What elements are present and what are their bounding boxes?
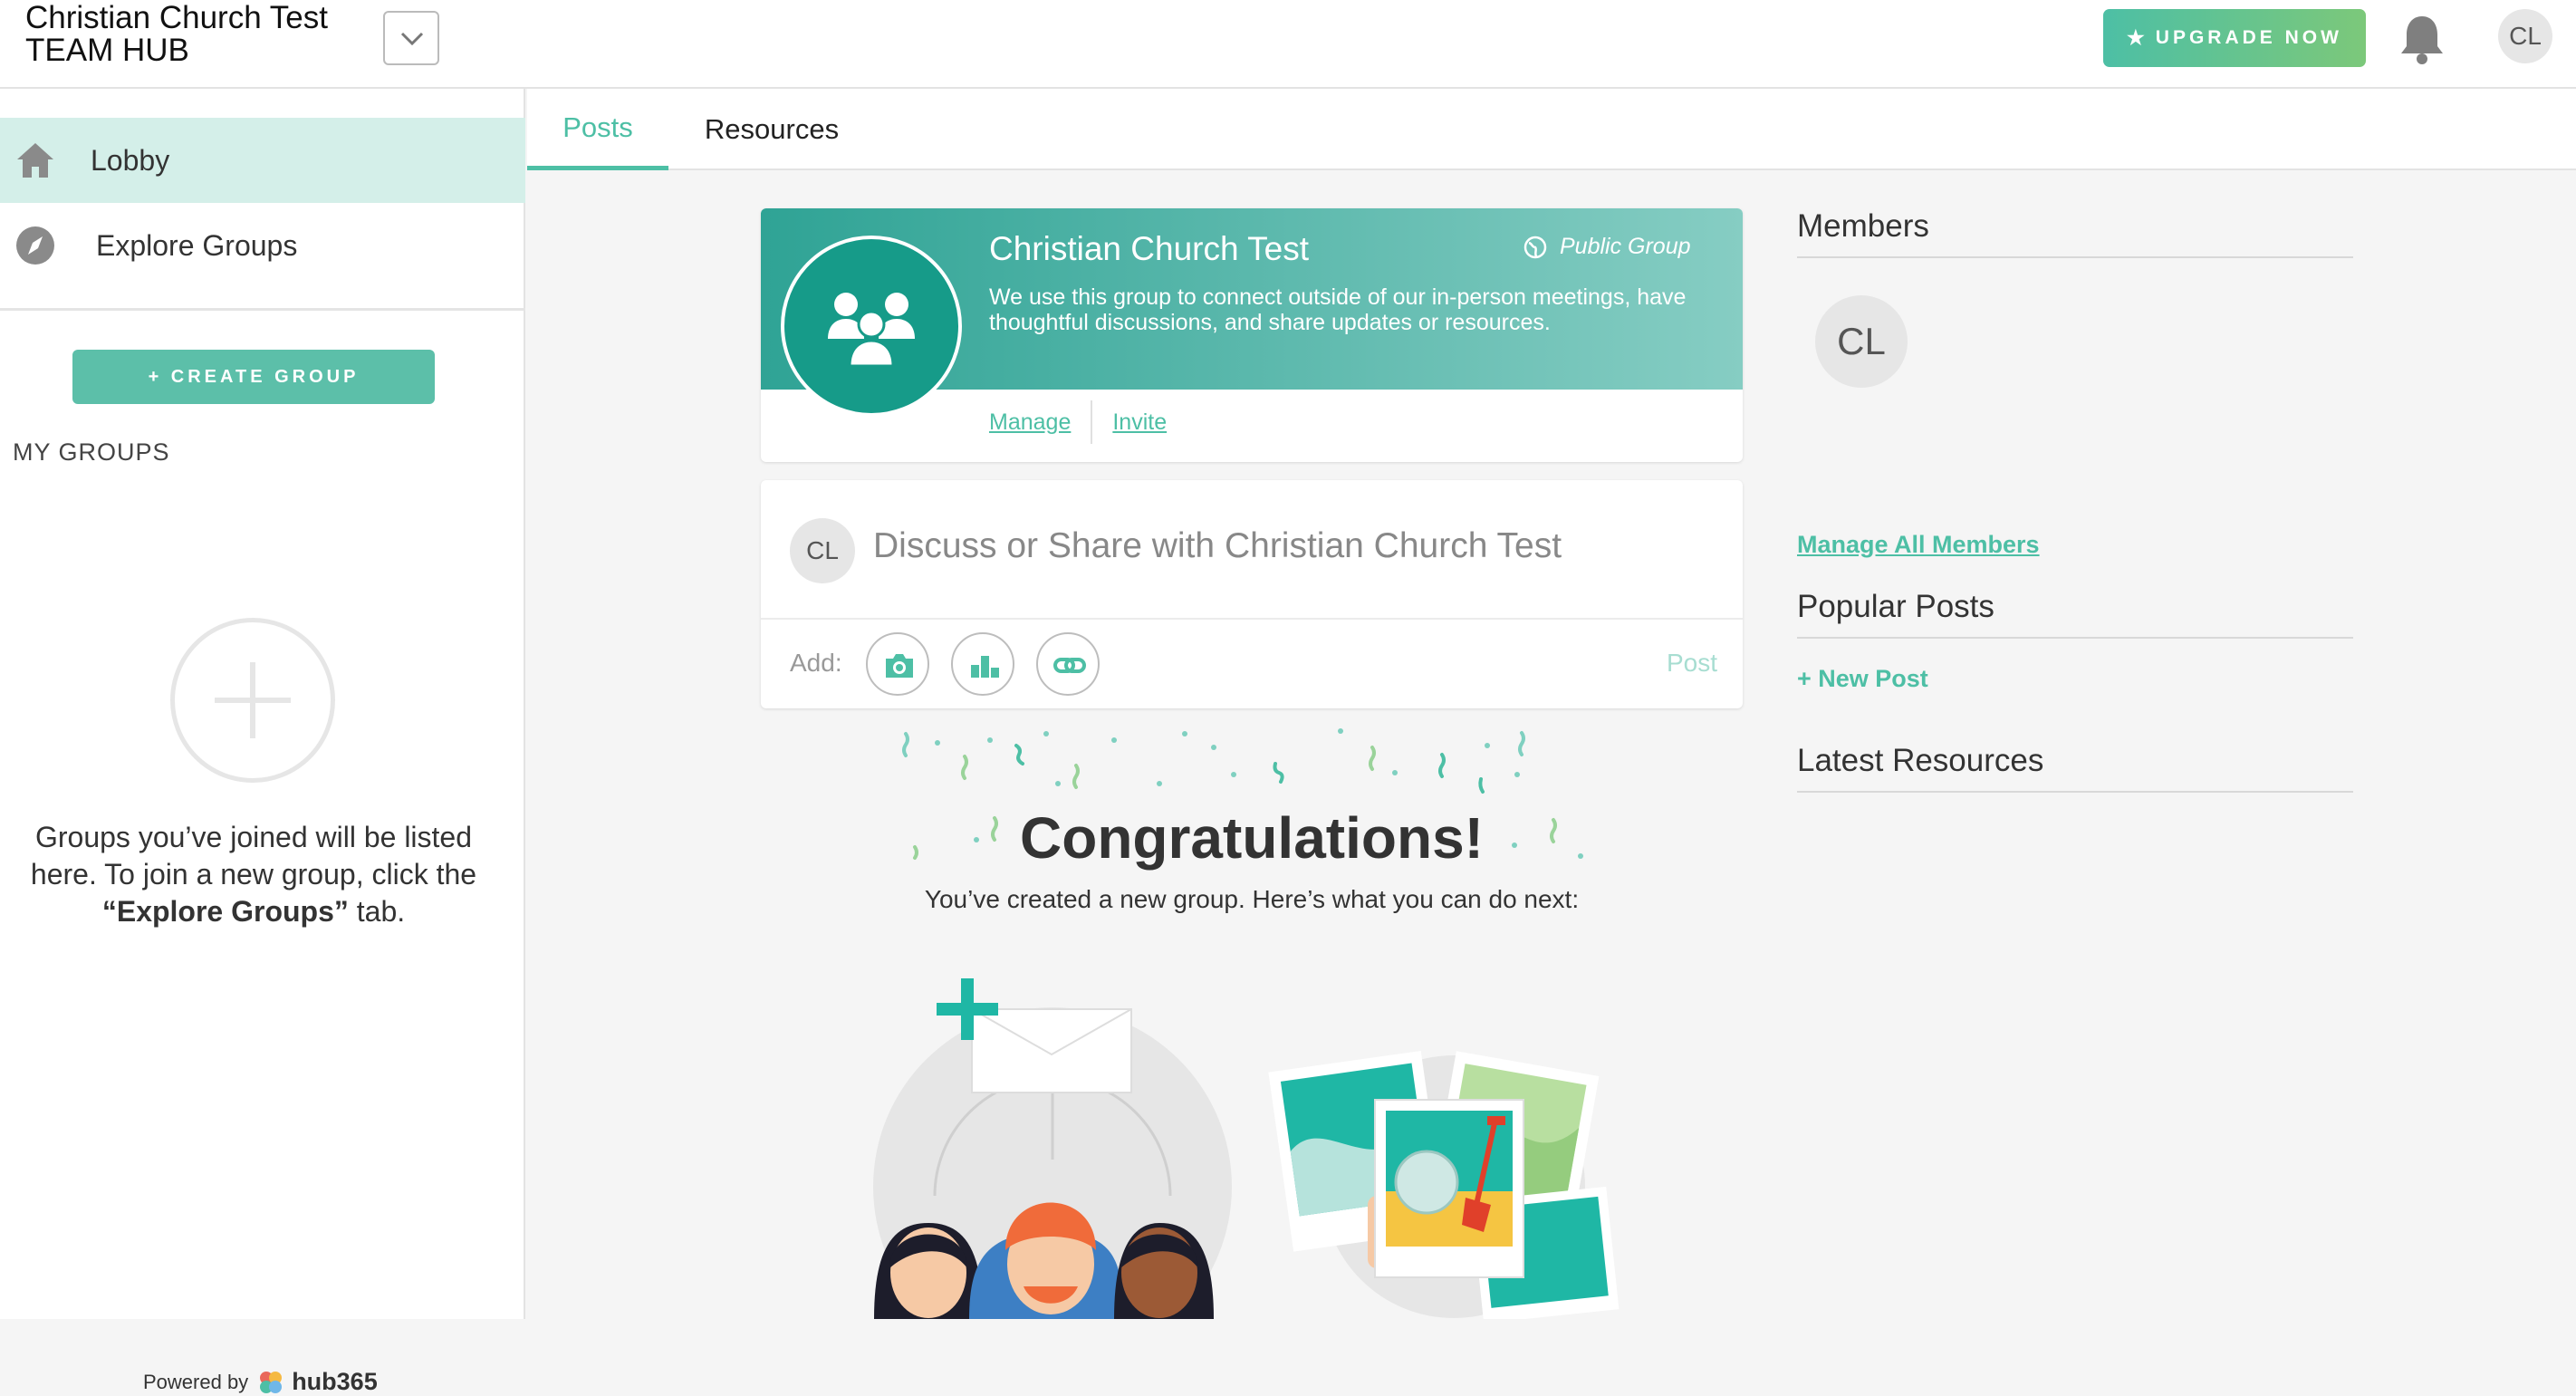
user-avatar[interactable]: CL	[2498, 9, 2552, 63]
invite-people-illustration	[873, 978, 1232, 1319]
next-steps-illustrations	[873, 978, 1620, 1319]
manage-group-link[interactable]: Manage	[989, 409, 1071, 436]
globe-icon	[1523, 236, 1547, 258]
empty-message-emphasis: “Explore Groups”	[101, 895, 349, 928]
compass-icon	[16, 226, 54, 265]
empty-groups-message: Groups you’ve joined will be listed here…	[18, 819, 489, 930]
latest-resources-heading: Latest Resources	[1797, 743, 2044, 778]
divider	[1091, 400, 1093, 444]
popular-posts-divider	[1797, 637, 2353, 639]
hub365-brand: hub365	[292, 1368, 378, 1395]
composer-divider	[761, 618, 1743, 620]
empty-message-text: Groups you’ve joined will be listed here…	[30, 821, 477, 891]
congratulations-subtitle: You’ve created a new group. Here’s what …	[924, 885, 1580, 913]
sidebar-item-explore-groups[interactable]: Explore Groups	[0, 203, 525, 288]
hub-title: Christian Church Test TEAM HUB	[25, 2, 328, 67]
group-description: We use this group to connect outside of …	[989, 284, 1687, 335]
sidebar-item-label: Explore Groups	[96, 228, 298, 262]
post-composer: CL Add: Post	[761, 480, 1743, 708]
new-post-link[interactable]: + New Post	[1797, 665, 1928, 693]
group-name: Christian Church Test	[989, 230, 1310, 267]
member-avatar[interactable]: CL	[1815, 295, 1908, 388]
post-input[interactable]	[871, 525, 1687, 567]
group-actions: Manage Invite	[989, 400, 1167, 444]
manage-all-members-link[interactable]: Manage All Members	[1797, 531, 2040, 559]
content-tabs: Posts Resources	[527, 89, 2576, 170]
sidebar: Lobby Explore Groups + CREATE GROUP MY G…	[0, 89, 525, 1395]
camera-icon	[886, 654, 913, 678]
group-header-card: Christian Church Test Public Group We us…	[761, 208, 1743, 462]
add-label: Add:	[790, 649, 842, 677]
members-heading: Members	[1797, 208, 1929, 244]
home-icon	[17, 143, 53, 178]
hub-switcher-dropdown[interactable]	[383, 11, 439, 65]
chevron-down-icon	[400, 32, 424, 46]
add-photo-button[interactable]	[866, 632, 929, 696]
sidebar-divider	[0, 308, 525, 311]
add-link-button[interactable]	[1036, 632, 1100, 696]
tab-resources[interactable]: Resources	[681, 89, 862, 170]
add-group-placeholder-icon	[170, 618, 335, 783]
congratulations-title: Congratulations!	[1020, 805, 1484, 871]
tab-posts[interactable]: Posts	[527, 89, 668, 170]
invite-link[interactable]: Invite	[1112, 409, 1167, 436]
powered-by: Powered by hub365	[143, 1368, 378, 1396]
composer-avatar: CL	[790, 518, 855, 583]
hub365-logo-icon	[260, 1371, 283, 1393]
top-bar: Christian Church Test TEAM HUB ★ UPGRADE…	[0, 0, 2576, 89]
post-button[interactable]: Post	[1667, 649, 1717, 678]
visibility-label: Public Group	[1560, 234, 1691, 259]
upgrade-label: UPGRADE NOW	[2155, 27, 2342, 48]
hub-subtitle: TEAM HUB	[25, 33, 189, 68]
powered-by-label: Powered by	[143, 1370, 249, 1393]
hub-name: Christian Church Test	[25, 0, 328, 35]
share-photos-illustration	[1268, 1050, 1620, 1319]
notifications-bell-icon[interactable]	[2398, 13, 2446, 65]
sidebar-item-lobby[interactable]: Lobby	[0, 118, 525, 203]
latest-resources-divider	[1797, 791, 2353, 793]
group-visibility: Public Group	[1523, 234, 1691, 260]
upgrade-now-button[interactable]: ★ UPGRADE NOW	[2103, 9, 2366, 67]
link-icon	[1053, 658, 1086, 673]
group-avatar	[781, 236, 962, 417]
popular-posts-heading: Popular Posts	[1797, 589, 1994, 624]
empty-message-text-end: tab.	[348, 895, 406, 928]
create-group-button[interactable]: + CREATE GROUP	[72, 350, 435, 404]
poll-icon	[971, 656, 999, 678]
members-divider	[1797, 256, 2353, 258]
add-poll-button[interactable]	[951, 632, 1014, 696]
my-groups-heading: MY GROUPS	[13, 438, 170, 466]
sidebar-item-label: Lobby	[91, 143, 170, 177]
people-group-icon	[828, 293, 915, 368]
star-icon: ★	[2127, 26, 2145, 49]
